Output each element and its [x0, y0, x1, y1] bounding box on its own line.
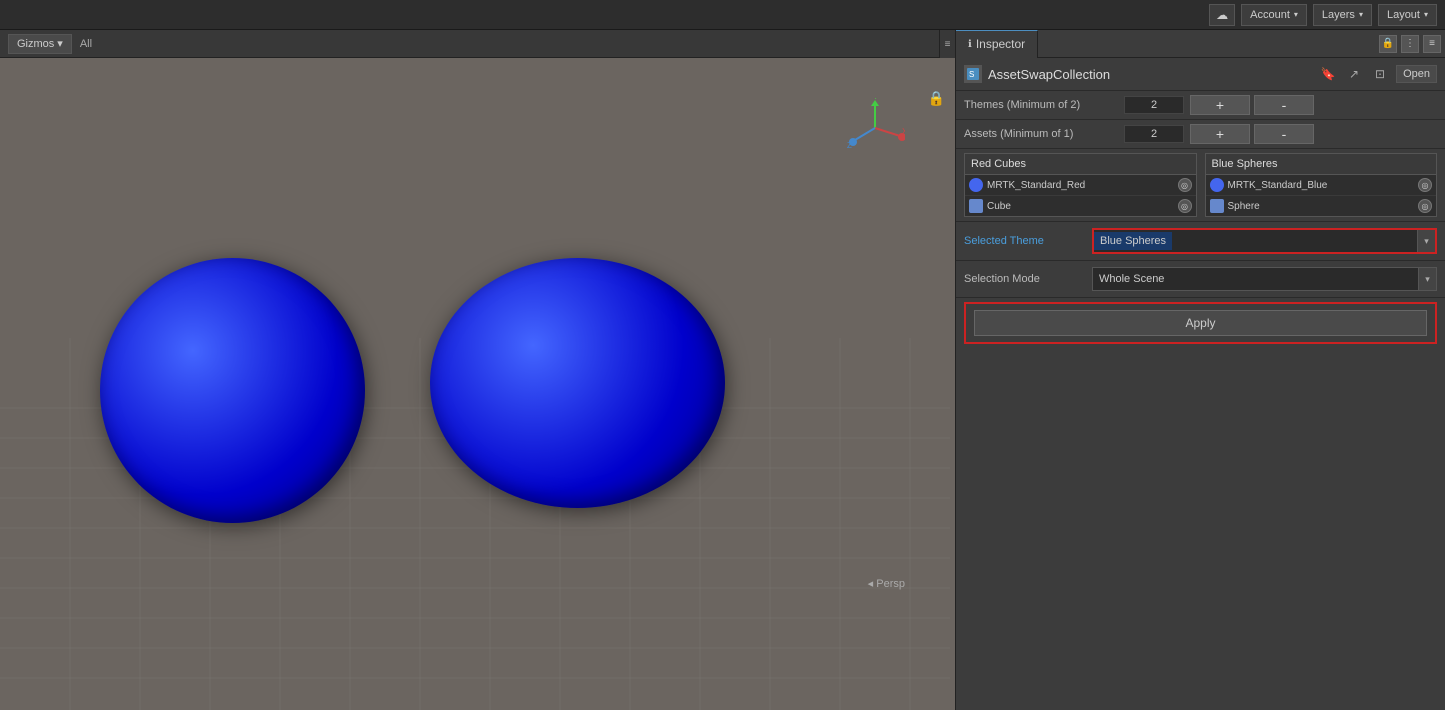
svg-text:X: X [902, 127, 905, 136]
themes-value[interactable]: 2 [1124, 96, 1184, 114]
apply-button-row: Apply [964, 302, 1437, 344]
settings-icon-btn[interactable]: ≡ [1423, 35, 1441, 53]
themes-plus-button[interactable]: + [1190, 95, 1250, 115]
main-area: Gizmos ▾ All ≡ [0, 30, 1445, 710]
selected-theme-arrow[interactable]: ▾ [1417, 230, 1435, 252]
cloud-button[interactable]: ☁ [1209, 4, 1235, 26]
grid-area: ◂ Persp Y X Z [0, 58, 955, 710]
inspector-header-icons: 🔒 ⋮ ≡ [1379, 35, 1445, 53]
theme-col-blue-spheres-header: Blue Spheres [1206, 154, 1437, 175]
account-label: Account [1250, 9, 1290, 21]
component-icon: S [964, 65, 982, 83]
open-button[interactable]: Open [1396, 65, 1437, 83]
inspector-icon: ℹ [968, 39, 972, 50]
top-bar: ☁ Account ▾ Layers ▾ Layout ▾ [0, 0, 1445, 30]
mrtk-blue-label: MRTK_Standard_Blue [1228, 180, 1415, 191]
layers-button[interactable]: Layers ▾ [1313, 4, 1372, 26]
scene-toolbar: Gizmos ▾ All ≡ [0, 30, 955, 58]
scene-collapse-button[interactable]: ≡ [939, 30, 955, 58]
scene-lock-icon: 🔒 [928, 90, 945, 107]
assets-label: Assets (Minimum of 1) [964, 128, 1124, 140]
inspector-tab-item[interactable]: ℹ Inspector [956, 30, 1038, 58]
selection-mode-arrow[interactable]: ▾ [1418, 268, 1436, 290]
selection-mode-label: Selection Mode [964, 273, 1084, 285]
selection-mode-value: Whole Scene [1093, 270, 1418, 288]
inspector-tab-label: Inspector [976, 37, 1025, 51]
sphere-select-btn[interactable]: ◎ [1418, 199, 1432, 213]
sphere-asset-icon [1210, 199, 1224, 213]
bookmark-icon-btn[interactable]: 🔖 [1318, 64, 1338, 84]
layout-button[interactable]: Layout ▾ [1378, 4, 1437, 26]
mrtk-red-icon [969, 178, 983, 192]
sphere-2 [430, 258, 725, 508]
gizmo-svg: Y X Z [845, 98, 905, 158]
assets-minus-button[interactable]: - [1254, 124, 1314, 144]
theme-col-red-cubes: Red Cubes MRTK_Standard_Red ◎ Cube ◎ [964, 153, 1197, 217]
sphere-label: Sphere [1228, 201, 1415, 212]
layout-arrow: ▾ [1424, 10, 1428, 19]
theme-row-cube: Cube ◎ [965, 196, 1196, 216]
mrtk-red-label: MRTK_Standard_Red [987, 180, 1174, 191]
selected-theme-dropdown[interactable]: Blue Spheres ▾ [1092, 228, 1437, 254]
themes-minus-button[interactable]: - [1254, 95, 1314, 115]
selected-theme-label: Selected Theme [964, 235, 1084, 247]
all-label: All [80, 38, 92, 50]
assets-row: Assets (Minimum of 1) 2 + - [956, 120, 1445, 149]
persp-label: ◂ Persp [868, 577, 905, 590]
account-arrow: ▾ [1294, 10, 1298, 19]
gizmo-widget: Y X Z [845, 98, 905, 158]
inspector-content: S AssetSwapCollection 🔖 ↗ ⊡ Open Themes … [956, 58, 1445, 710]
sphere-1 [100, 258, 365, 523]
scene-view[interactable]: Gizmos ▾ All ≡ [0, 30, 955, 710]
dropdown-rest [1172, 230, 1417, 252]
expand-icon-btn[interactable]: ↗ [1344, 64, 1364, 84]
selection-mode-row: Selection Mode Whole Scene ▾ [956, 261, 1445, 298]
maximize-icon-btn[interactable]: ⊡ [1370, 64, 1390, 84]
lock-icon-btn[interactable]: 🔒 [1379, 35, 1397, 53]
gizmos-button[interactable]: Gizmos ▾ [8, 34, 72, 54]
selected-theme-value: Blue Spheres [1094, 232, 1172, 250]
assets-value[interactable]: 2 [1124, 125, 1184, 143]
cube-select-btn[interactable]: ◎ [1178, 199, 1192, 213]
layers-label: Layers [1322, 9, 1355, 21]
cube-label: Cube [987, 201, 1174, 212]
assets-plus-button[interactable]: + [1190, 124, 1250, 144]
cube-icon [969, 199, 983, 213]
theme-col-red-cubes-header: Red Cubes [965, 154, 1196, 175]
selection-mode-dropdown[interactable]: Whole Scene ▾ [1092, 267, 1437, 291]
theme-col-blue-spheres: Blue Spheres MRTK_Standard_Blue ◎ Sphere… [1205, 153, 1438, 217]
themes-buttons: + - [1190, 95, 1314, 115]
svg-text:Z: Z [847, 141, 852, 150]
gizmos-arrow: ▾ [57, 37, 63, 50]
mrtk-blue-icon [1210, 178, 1224, 192]
assets-buttons: + - [1190, 124, 1314, 144]
theme-row-sphere: Sphere ◎ [1206, 196, 1437, 216]
theme-row-mrtk-red: MRTK_Standard_Red ◎ [965, 175, 1196, 196]
themes-row: Themes (Minimum of 2) 2 + - [956, 91, 1445, 120]
themes-label: Themes (Minimum of 2) [964, 99, 1124, 111]
apply-button[interactable]: Apply [974, 310, 1427, 336]
more-icon-btn[interactable]: ⋮ [1401, 35, 1419, 53]
layout-label: Layout [1387, 9, 1420, 21]
component-title: AssetSwapCollection [988, 67, 1312, 82]
mrtk-blue-select-btn[interactable]: ◎ [1418, 178, 1432, 192]
gizmos-label: Gizmos [17, 38, 54, 50]
account-button[interactable]: Account ▾ [1241, 4, 1307, 26]
svg-text:S: S [969, 70, 974, 79]
theme-row-mrtk-blue: MRTK_Standard_Blue ◎ [1206, 175, 1437, 196]
mrtk-red-select-btn[interactable]: ◎ [1178, 178, 1192, 192]
inspector-panel: ℹ Inspector 🔒 ⋮ ≡ S AssetSwapCollection [955, 30, 1445, 710]
layers-arrow: ▾ [1359, 10, 1363, 19]
inspector-tab-bar: ℹ Inspector 🔒 ⋮ ≡ [956, 30, 1445, 58]
themes-section: Red Cubes MRTK_Standard_Red ◎ Cube ◎ [956, 149, 1445, 222]
themes-columns: Red Cubes MRTK_Standard_Red ◎ Cube ◎ [964, 153, 1437, 217]
component-header: S AssetSwapCollection 🔖 ↗ ⊡ Open [956, 58, 1445, 91]
svg-text:Y: Y [873, 98, 879, 101]
selected-theme-row: Selected Theme Blue Spheres ▾ [956, 222, 1445, 261]
